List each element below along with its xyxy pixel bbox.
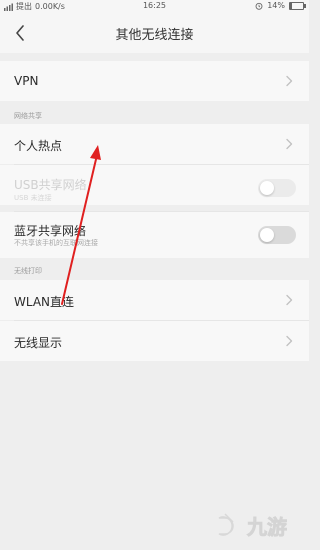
- chevron-right-icon: [286, 138, 293, 150]
- toggle-knob: [260, 181, 274, 195]
- row-bt-share-subtitle: 不共享该手机的互联网连接: [14, 239, 98, 247]
- row-hotspot[interactable]: 个人热点: [0, 124, 309, 164]
- row-wlan-direct-label: WLAN直连: [14, 295, 75, 309]
- status-right: 14%: [255, 1, 306, 10]
- chevron-right-icon: [286, 75, 293, 87]
- section-network-share: 网络共享: [0, 109, 309, 123]
- chevron-right-icon: [286, 294, 293, 306]
- usb-share-toggle: [258, 179, 296, 197]
- battery-icon: [289, 1, 306, 10]
- row-hotspot-label: 个人热点: [14, 139, 63, 153]
- status-bar: 提出 0.00K/s 16:25 14%: [0, 0, 309, 13]
- section-network-share-label: 网络共享: [14, 112, 42, 120]
- section-wireless-print: 无线打印: [0, 264, 309, 278]
- page-title: 其他无线连接: [115, 28, 194, 43]
- row-bt-share-label: 蓝牙共享网络: [14, 224, 87, 238]
- row-bt-share[interactable]: 蓝牙共享网络 不共享该手机的互联网连接: [0, 212, 309, 258]
- section-wireless-print-label: 无线打印: [14, 267, 42, 275]
- row-wireless-display[interactable]: 无线显示: [0, 321, 309, 361]
- bt-share-toggle[interactable]: [258, 226, 296, 244]
- toggle-knob: [260, 228, 274, 242]
- row-usb-share: USB共享网络 USB 未连接: [0, 165, 309, 205]
- row-usb-share-label: USB共享网络: [14, 178, 87, 192]
- header: 其他无线连接: [0, 13, 309, 53]
- row-wireless-display-label: 无线显示: [14, 336, 63, 350]
- chevron-right-icon: [286, 335, 293, 347]
- watermark-logo: 九游: [218, 513, 287, 539]
- row-wlan-direct[interactable]: WLAN直连: [0, 280, 309, 320]
- row-vpn-label: VPN: [14, 74, 39, 88]
- row-vpn[interactable]: VPN: [0, 61, 309, 101]
- watermark-text: 九游: [246, 515, 287, 539]
- alarm-icon: [255, 2, 263, 10]
- row-usb-share-subtitle: USB 未连接: [14, 194, 52, 202]
- battery-percent: 14%: [267, 1, 285, 10]
